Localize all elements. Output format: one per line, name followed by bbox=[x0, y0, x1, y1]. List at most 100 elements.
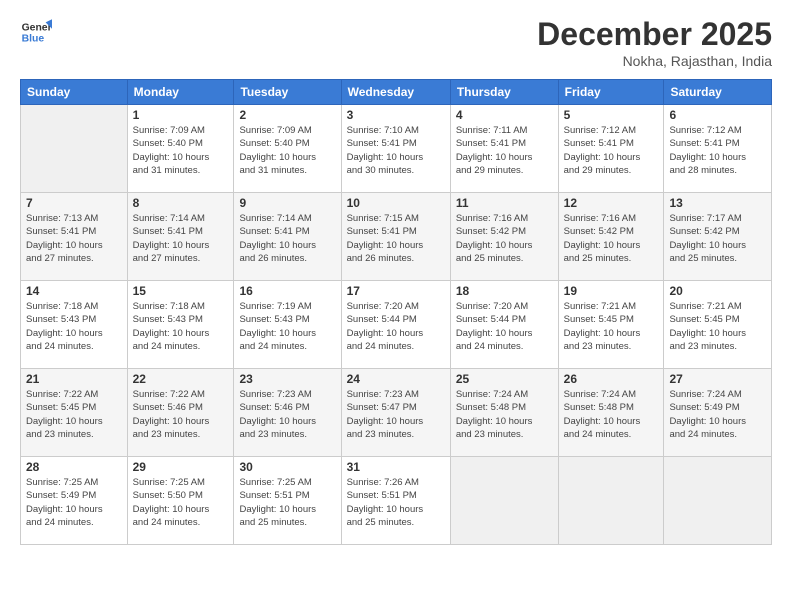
day-info: Sunrise: 7:09 AMSunset: 5:40 PMDaylight:… bbox=[133, 124, 229, 177]
column-header-saturday: Saturday bbox=[664, 80, 772, 105]
day-info: Sunrise: 7:20 AMSunset: 5:44 PMDaylight:… bbox=[456, 300, 553, 353]
header-row: SundayMondayTuesdayWednesdayThursdayFrid… bbox=[21, 80, 772, 105]
day-cell: 22 Sunrise: 7:22 AMSunset: 5:46 PMDayligh… bbox=[127, 369, 234, 457]
day-cell: 21 Sunrise: 7:22 AMSunset: 5:45 PMDayligh… bbox=[21, 369, 128, 457]
day-number: 9 bbox=[239, 196, 335, 210]
day-number: 26 bbox=[564, 372, 659, 386]
day-number: 18 bbox=[456, 284, 553, 298]
day-number: 2 bbox=[239, 108, 335, 122]
day-info: Sunrise: 7:10 AMSunset: 5:41 PMDaylight:… bbox=[347, 124, 445, 177]
title-block: December 2025 Nokha, Rajasthan, India bbox=[537, 16, 772, 69]
week-row-2: 7Sunrise: 7:13 AMSunset: 5:41 PMDaylight… bbox=[21, 193, 772, 281]
day-cell: 14 Sunrise: 7:18 AMSunset: 5:43 PMDayligh… bbox=[21, 281, 128, 369]
day-cell: 1 Sunrise: 7:09 AMSunset: 5:40 PMDaylight… bbox=[127, 105, 234, 193]
day-cell bbox=[450, 457, 558, 545]
day-cell: 7Sunrise: 7:13 AMSunset: 5:41 PMDaylight… bbox=[21, 193, 128, 281]
day-number: 31 bbox=[347, 460, 445, 474]
location-title: Nokha, Rajasthan, India bbox=[537, 53, 772, 69]
column-header-friday: Friday bbox=[558, 80, 664, 105]
day-info: Sunrise: 7:25 AMSunset: 5:51 PMDaylight:… bbox=[239, 476, 335, 529]
column-header-monday: Monday bbox=[127, 80, 234, 105]
logo-icon: General Blue bbox=[20, 16, 52, 48]
day-cell bbox=[664, 457, 772, 545]
day-number: 1 bbox=[133, 108, 229, 122]
calendar: SundayMondayTuesdayWednesdayThursdayFrid… bbox=[20, 79, 772, 545]
day-cell: 2Sunrise: 7:09 AMSunset: 5:40 PMDaylight… bbox=[234, 105, 341, 193]
day-info: Sunrise: 7:17 AMSunset: 5:42 PMDaylight:… bbox=[669, 212, 766, 265]
day-number: 13 bbox=[669, 196, 766, 210]
day-number: 14 bbox=[26, 284, 122, 298]
day-cell: 26Sunrise: 7:24 AMSunset: 5:48 PMDayligh… bbox=[558, 369, 664, 457]
day-info: Sunrise: 7:21 AMSunset: 5:45 PMDaylight:… bbox=[669, 300, 766, 353]
day-info: Sunrise: 7:20 AMSunset: 5:44 PMDaylight:… bbox=[347, 300, 445, 353]
day-cell: 27 Sunrise: 7:24 AMSunset: 5:49 PMDayligh… bbox=[664, 369, 772, 457]
day-cell: 25 Sunrise: 7:24 AMSunset: 5:48 PMDayligh… bbox=[450, 369, 558, 457]
day-number: 6 bbox=[669, 108, 766, 122]
day-number: 10 bbox=[347, 196, 445, 210]
day-number: 28 bbox=[26, 460, 122, 474]
day-number: 16 bbox=[239, 284, 335, 298]
day-cell: 23 Sunrise: 7:23 AMSunset: 5:46 PMDayligh… bbox=[234, 369, 341, 457]
week-row-1: 1 Sunrise: 7:09 AMSunset: 5:40 PMDaylight… bbox=[21, 105, 772, 193]
day-number: 17 bbox=[347, 284, 445, 298]
day-info: Sunrise: 7:25 AMSunset: 5:49 PMDaylight:… bbox=[26, 476, 122, 529]
day-cell: 19 Sunrise: 7:21 AMSunset: 5:45 PMDayligh… bbox=[558, 281, 664, 369]
column-header-thursday: Thursday bbox=[450, 80, 558, 105]
day-cell: 16 Sunrise: 7:19 AMSunset: 5:43 PMDayligh… bbox=[234, 281, 341, 369]
day-cell bbox=[21, 105, 128, 193]
day-info: Sunrise: 7:22 AMSunset: 5:46 PMDaylight:… bbox=[133, 388, 229, 441]
day-cell: 20 Sunrise: 7:21 AMSunset: 5:45 PMDayligh… bbox=[664, 281, 772, 369]
week-row-4: 21 Sunrise: 7:22 AMSunset: 5:45 PMDayligh… bbox=[21, 369, 772, 457]
day-info: Sunrise: 7:18 AMSunset: 5:43 PMDaylight:… bbox=[133, 300, 229, 353]
day-info: Sunrise: 7:12 AMSunset: 5:41 PMDaylight:… bbox=[564, 124, 659, 177]
page: General Blue December 2025 Nokha, Rajast… bbox=[0, 0, 792, 612]
month-title: December 2025 bbox=[537, 16, 772, 53]
day-number: 29 bbox=[133, 460, 229, 474]
day-number: 22 bbox=[133, 372, 229, 386]
day-info: Sunrise: 7:12 AMSunset: 5:41 PMDaylight:… bbox=[669, 124, 766, 177]
day-cell: 28 Sunrise: 7:25 AMSunset: 5:49 PMDayligh… bbox=[21, 457, 128, 545]
week-row-3: 14 Sunrise: 7:18 AMSunset: 5:43 PMDayligh… bbox=[21, 281, 772, 369]
day-info: Sunrise: 7:18 AMSunset: 5:43 PMDaylight:… bbox=[26, 300, 122, 353]
day-number: 7 bbox=[26, 196, 122, 210]
day-number: 30 bbox=[239, 460, 335, 474]
day-info: Sunrise: 7:23 AMSunset: 5:46 PMDaylight:… bbox=[239, 388, 335, 441]
day-info: Sunrise: 7:14 AMSunset: 5:41 PMDaylight:… bbox=[133, 212, 229, 265]
day-number: 15 bbox=[133, 284, 229, 298]
day-number: 4 bbox=[456, 108, 553, 122]
day-cell: 8 Sunrise: 7:14 AMSunset: 5:41 PMDaylight… bbox=[127, 193, 234, 281]
day-cell: 24 Sunrise: 7:23 AMSunset: 5:47 PMDayligh… bbox=[341, 369, 450, 457]
day-info: Sunrise: 7:16 AMSunset: 5:42 PMDaylight:… bbox=[456, 212, 553, 265]
day-info: Sunrise: 7:22 AMSunset: 5:45 PMDaylight:… bbox=[26, 388, 122, 441]
day-cell: 11 Sunrise: 7:16 AMSunset: 5:42 PMDayligh… bbox=[450, 193, 558, 281]
day-cell: 18 Sunrise: 7:20 AMSunset: 5:44 PMDayligh… bbox=[450, 281, 558, 369]
day-number: 27 bbox=[669, 372, 766, 386]
week-row-5: 28 Sunrise: 7:25 AMSunset: 5:49 PMDayligh… bbox=[21, 457, 772, 545]
day-number: 21 bbox=[26, 372, 122, 386]
day-info: Sunrise: 7:24 AMSunset: 5:48 PMDaylight:… bbox=[456, 388, 553, 441]
day-cell: 29 Sunrise: 7:25 AMSunset: 5:50 PMDayligh… bbox=[127, 457, 234, 545]
day-number: 8 bbox=[133, 196, 229, 210]
day-number: 11 bbox=[456, 196, 553, 210]
day-cell: 3Sunrise: 7:10 AMSunset: 5:41 PMDaylight… bbox=[341, 105, 450, 193]
day-cell: 9 Sunrise: 7:14 AMSunset: 5:41 PMDaylight… bbox=[234, 193, 341, 281]
day-number: 24 bbox=[347, 372, 445, 386]
day-number: 12 bbox=[564, 196, 659, 210]
day-cell: 5Sunrise: 7:12 AMSunset: 5:41 PMDaylight… bbox=[558, 105, 664, 193]
day-cell: 10Sunrise: 7:15 AMSunset: 5:41 PMDayligh… bbox=[341, 193, 450, 281]
day-number: 20 bbox=[669, 284, 766, 298]
day-info: Sunrise: 7:25 AMSunset: 5:50 PMDaylight:… bbox=[133, 476, 229, 529]
day-number: 23 bbox=[239, 372, 335, 386]
day-info: Sunrise: 7:24 AMSunset: 5:49 PMDaylight:… bbox=[669, 388, 766, 441]
day-info: Sunrise: 7:26 AMSunset: 5:51 PMDaylight:… bbox=[347, 476, 445, 529]
day-number: 25 bbox=[456, 372, 553, 386]
day-info: Sunrise: 7:19 AMSunset: 5:43 PMDaylight:… bbox=[239, 300, 335, 353]
day-number: 19 bbox=[564, 284, 659, 298]
day-info: Sunrise: 7:21 AMSunset: 5:45 PMDaylight:… bbox=[564, 300, 659, 353]
day-cell: 17 Sunrise: 7:20 AMSunset: 5:44 PMDayligh… bbox=[341, 281, 450, 369]
header: General Blue December 2025 Nokha, Rajast… bbox=[20, 16, 772, 69]
svg-text:Blue: Blue bbox=[22, 34, 45, 45]
day-info: Sunrise: 7:23 AMSunset: 5:47 PMDaylight:… bbox=[347, 388, 445, 441]
day-cell: 12Sunrise: 7:16 AMSunset: 5:42 PMDayligh… bbox=[558, 193, 664, 281]
day-info: Sunrise: 7:14 AMSunset: 5:41 PMDaylight:… bbox=[239, 212, 335, 265]
